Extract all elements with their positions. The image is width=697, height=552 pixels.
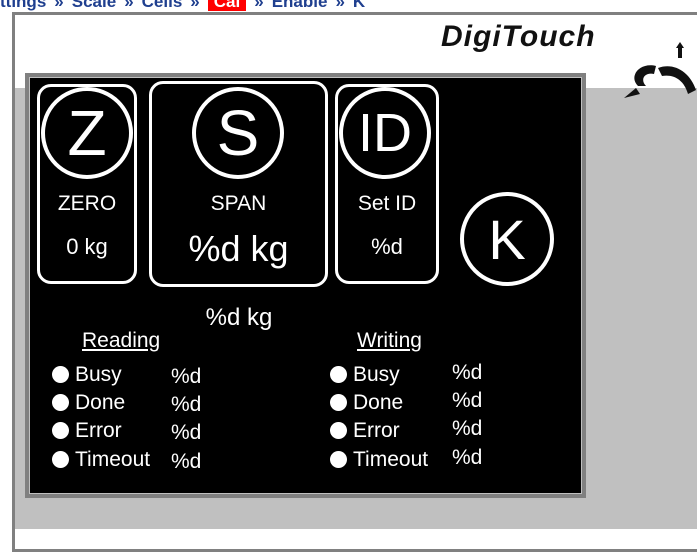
- reading-row-busy: Busy: [52, 363, 122, 387]
- writing-row-timeout: Timeout: [330, 448, 428, 472]
- span-label: SPAN: [210, 192, 267, 215]
- reading-timeout-value: %d: [171, 450, 202, 473]
- zero-value: 0 kg: [66, 234, 108, 259]
- reading-row-done: Done: [52, 391, 125, 415]
- breadcrumb: ttings » Scale » Cells » Cal » Enable » K: [0, 0, 365, 11]
- span-value: %d kg: [188, 228, 289, 269]
- writing-done-value: %d: [452, 389, 483, 412]
- writing-busy-value: %d: [452, 361, 483, 384]
- span-glyph: S: [192, 87, 284, 179]
- breadcrumb-item-k[interactable]: K: [353, 0, 365, 11]
- writing-row-error: Error: [330, 419, 400, 443]
- writing-title: Writing: [357, 329, 422, 352]
- status-dot-icon: [330, 422, 347, 439]
- writing-row-busy: Busy: [330, 363, 400, 387]
- zero-label: ZERO: [57, 192, 117, 215]
- calibration-panel: Z ZERO 0 kg S SPAN %d kg ID Set ID %d K …: [30, 78, 581, 493]
- brand-logo-text: DigiTouch: [441, 20, 596, 53]
- reading-busy-value: %d: [171, 365, 202, 388]
- breadcrumb-separator: »: [335, 0, 345, 11]
- reading-done-value: %d: [171, 393, 202, 416]
- breadcrumb-item-enable[interactable]: Enable: [272, 0, 328, 11]
- breadcrumb-item-settings[interactable]: ttings: [0, 0, 46, 11]
- reading-error-label: Error: [75, 419, 122, 442]
- set-id-glyph: ID: [339, 87, 431, 179]
- reading-row-timeout: Timeout: [52, 448, 150, 472]
- status-dot-icon: [330, 394, 347, 411]
- writing-row-done: Done: [330, 391, 403, 415]
- k-button[interactable]: K: [460, 192, 554, 286]
- status-dot-icon: [330, 451, 347, 468]
- set-id-value: %d: [371, 234, 403, 259]
- status-dot-icon: [52, 422, 69, 439]
- breadcrumb-separator: »: [54, 0, 64, 11]
- zero-glyph: Z: [41, 87, 133, 179]
- status-dot-icon: [330, 366, 347, 383]
- breadcrumb-separator: »: [124, 0, 134, 11]
- status-dot-icon: [52, 394, 69, 411]
- writing-error-value: %d: [452, 417, 483, 440]
- writing-busy-label: Busy: [353, 363, 400, 386]
- breadcrumb-separator: »: [254, 0, 264, 11]
- breadcrumb-item-cal[interactable]: Cal: [207, 0, 247, 11]
- breadcrumb-item-cells[interactable]: Cells: [142, 0, 183, 11]
- reading-timeout-label: Timeout: [75, 448, 151, 471]
- writing-timeout-value: %d: [452, 446, 483, 469]
- reading-busy-label: Busy: [75, 363, 122, 386]
- writing-timeout-label: Timeout: [353, 448, 429, 471]
- reading-title: Reading: [82, 329, 161, 352]
- reading-done-label: Done: [75, 391, 126, 414]
- reading-error-value: %d: [171, 421, 202, 444]
- breadcrumb-separator: »: [190, 0, 200, 11]
- writing-error-label: Error: [353, 419, 400, 442]
- status-dot-icon: [52, 366, 69, 383]
- reading-row-error: Error: [52, 419, 122, 443]
- logo-mark-icon: [624, 42, 696, 98]
- writing-done-label: Done: [353, 391, 404, 414]
- weight-readout: %d kg: [205, 304, 273, 331]
- set-id-label: Set ID: [357, 192, 417, 215]
- status-dot-icon: [52, 451, 69, 468]
- breadcrumb-item-scale[interactable]: Scale: [72, 0, 116, 11]
